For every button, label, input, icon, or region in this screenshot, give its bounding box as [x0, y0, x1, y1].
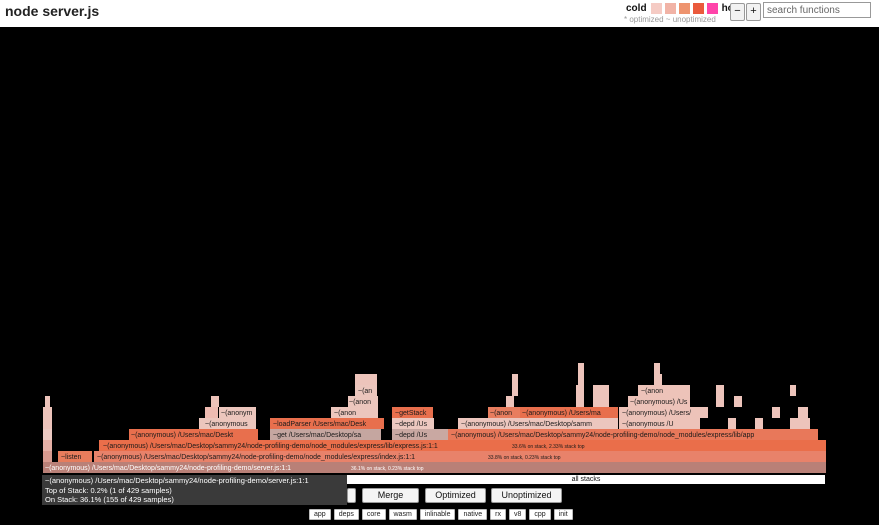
partial-button[interactable] [347, 488, 356, 503]
frame-anon-r6-label: ~(anonym [221, 410, 252, 417]
flamegraph-svg[interactable]: ~(anonymous) /Users/mac/Desktop/sammy24/… [0, 27, 879, 473]
frame-anon-r6a[interactable] [205, 407, 218, 418]
frame-mini-4[interactable] [700, 407, 708, 418]
frame-r7-d[interactable] [576, 396, 584, 407]
frame-r9-a[interactable] [355, 374, 377, 385]
tag-deps[interactable]: deps [333, 509, 359, 520]
frame-r7-a[interactable] [211, 396, 219, 407]
frame-getstack-label: ~getStack [395, 410, 427, 417]
tag-native[interactable]: native [458, 509, 488, 520]
tag-v8[interactable]: v8 [509, 509, 527, 520]
tag-core[interactable]: core [361, 509, 386, 520]
frame-depd-label: ~depd /Us [395, 421, 428, 428]
search-input[interactable] [763, 2, 871, 18]
legend-swatch-2 [664, 2, 676, 14]
frame-left-col-2[interactable] [43, 440, 52, 451]
flamegraph-app: node server.js cold hot * optimized ~ un… [0, 0, 879, 525]
tag-app[interactable]: app [309, 509, 331, 520]
frame-r7-g[interactable] [716, 396, 724, 407]
legend-swatch-3 [678, 2, 690, 14]
frame-anon-deskt-label: ~(anonymous) /Users/mac/Deskt [131, 432, 233, 439]
frame-left-top-2[interactable] [43, 407, 52, 418]
tag-init[interactable]: init [553, 509, 573, 520]
unoptimized-button[interactable]: Unoptimized [491, 488, 562, 503]
frame-r7-f-label: ~(anonymous) /Us [630, 399, 688, 406]
frame-server-label: ~(anonymous) /Users/mac/Desktop/sammy24/… [45, 465, 291, 472]
legend-note: * optimized ~ unoptimized [624, 15, 716, 24]
frame-get-label: ~get /Users/mac/Desktop/sa [273, 432, 361, 439]
frame-mini-3[interactable] [790, 418, 810, 429]
frame-r8-f[interactable] [716, 385, 724, 396]
flamegraph-canvas[interactable]: ~(anonymous) /Users/mac/Desktop/sammy24/… [0, 27, 879, 473]
tag-rx[interactable]: rx [490, 509, 506, 520]
frame-depd-deep-label: ~depd /Us [395, 432, 428, 439]
tooltip-line-2: Top of Stack: 0.2% (1 of 429 samples) [45, 485, 172, 495]
frame-tooltip: ~(anonymous) /Users/mac/Desktop/sammy24/… [42, 475, 347, 505]
zoom-out-button[interactable]: − [730, 3, 745, 21]
frame-server-stats: 36.1% on stack, 0.23% stack top [351, 466, 424, 472]
frame-r7-h[interactable] [734, 396, 742, 407]
frame-express-index-label: ~(anonymous) /Users/mac/Desktop/sammy24/… [97, 454, 415, 461]
frame-r7-b-label: ~(anon [349, 399, 371, 406]
legend-swatch-5 [706, 2, 718, 14]
frame-left-top-1[interactable] [43, 418, 52, 429]
frame-mini-1[interactable] [728, 418, 736, 429]
header: node server.js cold hot * optimized ~ un… [0, 0, 879, 27]
frame-left-top-3[interactable] [45, 396, 50, 407]
frame-anon-users2-label: ~(anonymous) /Users/ [622, 410, 691, 417]
legend-swatch-1 [650, 2, 662, 14]
page-title: node server.js [5, 3, 100, 19]
frame-mini-5[interactable] [772, 407, 780, 418]
frame-r7-c[interactable] [506, 396, 514, 407]
frames[interactable]: ~(anonymous) /Users/mac/Desktop/sammy24/… [43, 363, 826, 473]
frame-r8-a-label: ~(an [358, 388, 372, 395]
frame-listen-label: ~listen [61, 454, 82, 461]
frame-anon-users-ma-label: ~(anonymous) /Users/ma [522, 410, 601, 417]
frame-left-col-3[interactable] [43, 429, 52, 440]
frame-r9-d[interactable] [654, 374, 662, 385]
frame-r8-c[interactable] [576, 385, 584, 396]
zoom-in-button[interactable]: + [746, 3, 761, 21]
frame-r9-b[interactable] [512, 374, 518, 385]
frame-express-lib-stats: 33.6% on stack, 2.33% stack top [512, 444, 585, 450]
frame-r10-a[interactable] [578, 363, 584, 374]
frame-r8-b[interactable] [512, 385, 518, 396]
legend-swatch-4 [692, 2, 704, 14]
tag-wasm[interactable]: wasm [388, 509, 417, 520]
merge-button[interactable]: Merge [362, 488, 419, 503]
legend-cold-label: cold [626, 2, 647, 14]
filter-tags: app deps core wasm inlinable native rx v… [309, 509, 573, 520]
frame-r9-c[interactable] [578, 374, 584, 385]
frame-r10-b[interactable] [654, 363, 660, 374]
frame-mini-6[interactable] [798, 407, 808, 418]
frame-express-index-stats: 33.8% on stack, 0.23% stack top [488, 455, 561, 461]
frame-anon-users-label: ~(anon [334, 410, 356, 417]
frame-r8-g[interactable] [790, 385, 796, 396]
frame-r7-e[interactable] [593, 396, 609, 407]
frame-anon-short-label: ~(anonymous [205, 421, 248, 428]
all-stacks-bar[interactable]: all stacks [347, 475, 825, 484]
frame-express-lib-app-label: ~(anonymous) /Users/mac/Desktop/sammy24/… [451, 432, 754, 439]
optimized-button[interactable]: Optimized [425, 488, 486, 503]
tag-inlinable[interactable]: inlinable [419, 509, 456, 520]
frame-r8-e-label: ~(anon [641, 388, 663, 395]
frame-express-lib-label: ~(anonymous) /Users/mac/Desktop/sammy24/… [103, 443, 438, 450]
frame-anon-sam-label: ~(anonymous) /Users/mac/Desktop/samm [461, 421, 592, 428]
tooltip-line-3: On Stack: 36.1% (155 of 429 samples) [45, 495, 174, 504]
frame-anon-u-label: ~(anonymous /U [622, 421, 674, 428]
tooltip-line-1: ~(anonymous) /Users/mac/Desktop/sammy24/… [45, 476, 309, 485]
heat-legend: cold hot [626, 2, 737, 14]
frame-r8-d[interactable] [593, 385, 609, 396]
frame-left-col[interactable] [43, 451, 52, 462]
frame-loadparser-label: ~loadParser /Users/mac/Desk [273, 421, 367, 428]
frame-mini-2[interactable] [755, 418, 763, 429]
frame-anon-u2-label: ~(anon [490, 410, 512, 417]
tag-cpp[interactable]: cpp [529, 509, 551, 520]
